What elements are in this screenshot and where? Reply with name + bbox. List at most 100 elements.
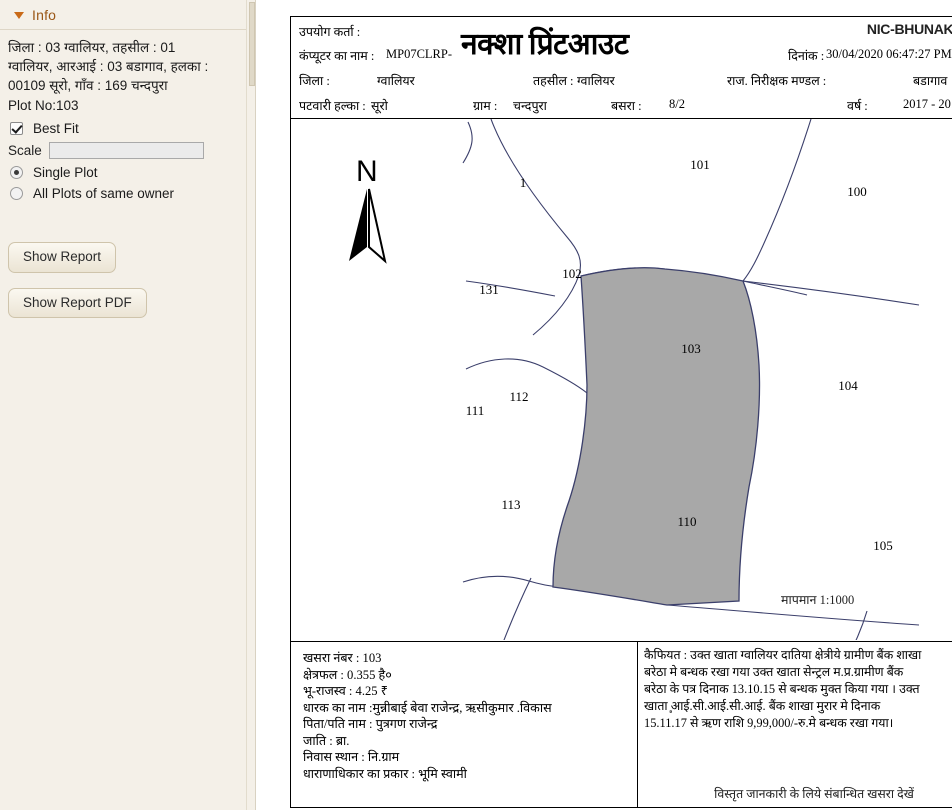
area-label: क्षेत्रफल : [303,667,348,682]
village-value: चन्दपुरा [513,99,547,113]
best-fit-label: Best Fit [33,121,79,136]
scale-input[interactable] [48,142,204,159]
panel-splitter[interactable] [246,0,256,810]
patwari-label: पटवारी हल्का : [299,99,366,113]
area-value: 0.355 है० [347,667,392,682]
khasra-details-panel: खसरा नंबर : 103 क्षेत्रफल : 0.355 है० भू… [291,642,638,807]
single-plot-row: Single Plot [8,165,238,180]
residence-value: नि.ग्राम [367,750,400,764]
location-line-1: जिला : 03 ग्वालियर, तहसील : 01 [8,40,176,55]
khasra-number-row: खसरा नंबर : 103 [303,650,637,667]
scale-row: Scale [8,142,238,159]
north-arrow-icon: N [349,155,387,264]
residence-row: निवास स्थान : नि.ग्राम [303,749,637,766]
single-plot-label: Single Plot [33,165,98,180]
plot-label-112: 112 [509,389,528,404]
plot-label-105: 105 [873,538,893,553]
caste-value: ब्रा. [335,733,350,748]
district-label: जिला : [299,74,330,88]
revenue-label: भू-राजस्व : [303,684,356,698]
document-title: नक्शा प्रिंटआउट [461,28,629,61]
khasra-number-label: खसरा नंबर : [303,651,363,665]
app-root: Info जिला : 03 ग्वालियर, तहसील : 01 ग्वा… [0,0,952,810]
plot-label-104: 104 [838,378,858,393]
father-value: पुत्रगण राजेन्द्र [375,717,438,731]
tenure-value: भूमि स्वामी [418,766,467,781]
map-document-viewport: नक्शा प्रिंटआउट NIC-BHUNAKSHA उपयोग कर्त… [258,0,952,810]
date-label: दिनांक : [788,49,825,63]
best-fit-row: Best Fit [8,121,238,136]
year-label: वर्ष : [847,99,868,113]
caret-down-icon[interactable] [14,11,24,19]
plot-label-110: 110 [677,514,696,529]
info-panel-body: जिला : 03 ग्वालियर, तहसील : 01 ग्वालियर,… [0,30,246,201]
document-footer: खसरा नंबर : 103 क्षेत्रफल : 0.355 है० भू… [291,642,952,807]
all-plots-row: All Plots of same owner [8,186,238,201]
show-report-pdf-button[interactable]: Show Report PDF [8,287,147,318]
plot-label-111: 111 [466,403,485,418]
remarks-panel: कैफियत : उक्त खाता ग्वालियर दातिया क्षेत… [638,642,952,807]
best-fit-checkbox[interactable] [10,122,23,135]
area-row: क्षेत्रफल : 0.355 है० [303,667,637,684]
remarks-line-1: कैफियत : उक्त खाता ग्वालियर दातिया क्षेत… [644,648,922,662]
year-value: 2017 - 2018 [903,97,952,111]
map-printout-sheet: नक्शा प्रिंटआउट NIC-BHUNAKSHA उपयोग कर्त… [290,16,952,808]
revenue-row: भू-राजस्व : 4.25 ₹ [303,683,637,700]
plot-label-101: 101 [690,157,710,172]
village-label: ग्राम : [473,99,498,113]
plot-label-102: 102 [562,266,582,281]
father-row: पिता/पति नाम : पुत्रगण राजेन्द्र [303,716,637,733]
remarks-line-3: बरेठा के पत्र दिनाक 13.10.15 से बन्धक मु… [644,682,920,696]
scrollbar-thumb[interactable] [249,2,255,86]
cadastral-map-area[interactable]: N 1 101 100 102 131 103 104 112 111 113 … [291,119,952,642]
map-scale-note: मापमान 1:1000 [781,593,855,607]
nic-brand-label: NIC-BHUNAKSHA [866,21,952,37]
cadastral-map-svg[interactable]: N 1 101 100 102 131 103 104 112 111 113 … [291,119,952,640]
father-label: पिता/पति नाम : [303,717,376,731]
show-report-button[interactable]: Show Report [8,242,117,273]
plot-label-131: 131 [479,282,499,297]
tenure-label: धाराणाधिकार का प्रकार : [303,766,419,781]
plot-label-103: 103 [681,341,701,356]
usage-label: उपयोग कर्ता : [299,25,361,39]
all-plots-radio[interactable] [10,187,23,200]
ri-circle-value: बडागाव [913,74,948,88]
info-panel-header[interactable]: Info [0,0,246,30]
district-value: ग्वालियर [377,74,415,88]
khasra-number-value: 103 [362,651,382,665]
plot-label-100: 100 [847,184,867,199]
caste-row: जाति : ब्रा. [303,733,637,750]
plot-label-113: 113 [501,497,520,512]
info-sidebar: Info जिला : 03 ग्वालियर, तहसील : 01 ग्वा… [0,0,246,810]
document-header: नक्शा प्रिंटआउट NIC-BHUNAKSHA उपयोग कर्त… [291,17,952,119]
info-panel-title: Info [32,6,57,23]
highlighted-parcel-103[interactable] [552,267,761,606]
holder-value: मुन्नीबाई बेवा राजेन्द्र, ऋसीकुमार .विका… [372,700,552,715]
residence-label: निवास स्थान : [303,750,368,764]
basra-label: बसरा : [611,99,642,113]
basra-value: 8/2 [669,97,685,111]
single-plot-radio[interactable] [10,166,23,179]
remarks-line-2: बरेठा मे बन्धक रखा गया उक्त खाता सेन्ट्र… [644,665,904,679]
plot-label-1: 1 [520,175,527,190]
holder-label: धारक का नाम : [303,700,373,715]
computer-label: कंप्यूटर का नाम : [299,49,375,63]
tenure-row: धाराणाधिकार का प्रकार : भूमि स्वामी [303,766,637,783]
location-line-3: 00109 सूरो, गाँव : 169 चन्दपुरा [8,78,168,93]
scale-label: Scale [8,143,42,158]
patwari-value: सूरो [371,99,388,113]
remarks-line-5: 15.11.17 से ऋण राशि 9,99,000/-रु.मे बन्ध… [644,716,894,730]
tehsil-value: ग्वालियर [577,74,615,88]
remarks-footer-note: विस्तृत जानकारी के लिये संबान्धित खसरा द… [714,787,914,801]
plot-number-text: Plot No:103 [8,98,79,113]
holder-row: धारक का नाम :मुन्नीबाई बेवा राजेन्द्र, ऋ… [303,700,637,717]
svg-text:N: N [356,155,378,188]
caste-label: जाति : [303,733,336,748]
revenue-value: 4.25 ₹ [355,684,388,698]
all-plots-label: All Plots of same owner [33,186,175,201]
computer-value: MP07CLRP- [386,47,452,61]
ri-circle-label: राज. निरीक्षक मण्डल : [727,74,827,88]
tehsil-label: तहसील : [533,74,574,88]
remarks-line-4: खाता ̻आई.सी.आई.सी.आई. बैंक शाखा मुरार मे… [644,699,881,713]
date-value: 30/04/2020 06:47:27 PM [826,47,952,61]
